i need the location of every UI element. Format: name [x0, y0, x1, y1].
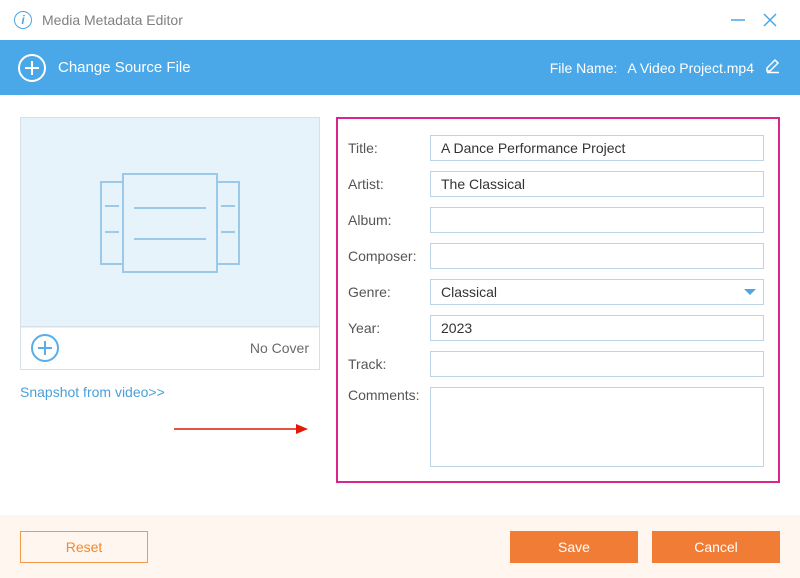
metadata-form-column: Title: Artist: Album: Composer: Genre: [336, 117, 780, 515]
cancel-button[interactable]: Cancel [652, 531, 780, 563]
annotation-arrow-icon [170, 420, 320, 441]
title-label: Title: [348, 140, 430, 156]
cover-bottom-bar: No Cover [21, 326, 319, 369]
composer-input[interactable] [430, 243, 764, 269]
titlebar: i Media Metadata Editor [0, 0, 800, 40]
comments-input[interactable] [430, 387, 764, 467]
info-icon: i [14, 11, 32, 29]
genre-label: Genre: [348, 284, 430, 300]
cover-preview [21, 118, 319, 328]
year-input[interactable] [430, 315, 764, 341]
content-area: No Cover Snapshot from video>> Title: Ar… [0, 95, 800, 515]
footer-bar: Reset Save Cancel [0, 515, 800, 578]
cover-box: No Cover [20, 117, 320, 370]
change-source-label: Change Source File [58, 59, 191, 76]
composer-label: Composer: [348, 248, 430, 264]
film-frame-icon [100, 173, 240, 273]
artist-input[interactable] [430, 171, 764, 197]
file-name-label: File Name: [550, 60, 618, 76]
year-label: Year: [348, 320, 430, 336]
add-cover-button[interactable] [31, 334, 59, 362]
genre-select-value[interactable] [430, 279, 764, 305]
minimize-button[interactable] [722, 4, 754, 36]
album-label: Album: [348, 212, 430, 228]
reset-button[interactable]: Reset [20, 531, 148, 563]
close-button[interactable] [754, 4, 786, 36]
comments-label: Comments: [348, 387, 430, 403]
cover-column: No Cover Snapshot from video>> [20, 117, 320, 515]
file-name-value: A Video Project.mp4 [627, 60, 754, 76]
title-input[interactable] [430, 135, 764, 161]
save-button[interactable]: Save [510, 531, 638, 563]
track-label: Track: [348, 356, 430, 372]
metadata-form-highlight: Title: Artist: Album: Composer: Genre: [336, 117, 780, 483]
track-input[interactable] [430, 351, 764, 377]
artist-label: Artist: [348, 176, 430, 192]
snapshot-from-video-link[interactable]: Snapshot from video>> [20, 384, 165, 400]
file-name-section: File Name: A Video Project.mp4 [550, 57, 782, 78]
toolbar: Change Source File File Name: A Video Pr… [0, 40, 800, 95]
change-source-file-button[interactable]: Change Source File [18, 54, 191, 82]
plus-icon [18, 54, 46, 82]
album-input[interactable] [430, 207, 764, 233]
no-cover-label: No Cover [250, 340, 309, 356]
edit-filename-button[interactable] [764, 57, 782, 78]
app-title: Media Metadata Editor [42, 12, 722, 28]
genre-select[interactable] [430, 279, 764, 305]
